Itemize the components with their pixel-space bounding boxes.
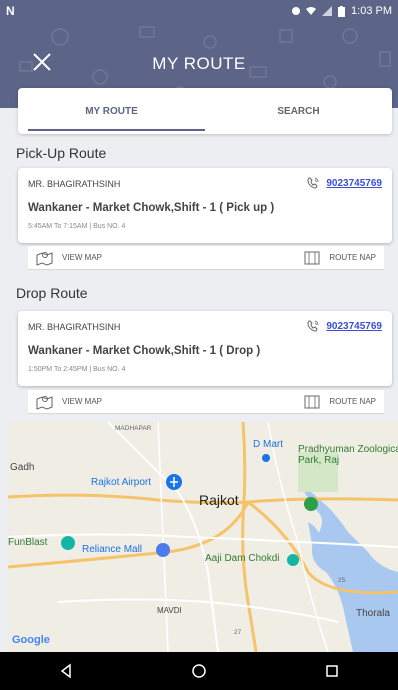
pickup-section-title: Pick-Up Route	[16, 145, 107, 161]
phone-icon	[307, 177, 319, 189]
pickup-view-map-button[interactable]: VIEW MAP	[36, 250, 102, 266]
tab-bar: MY ROUTE SEARCH	[18, 88, 392, 134]
map-label-reliance: Reliance Mall	[82, 544, 143, 555]
map-label-zoo: Pradhyuman Zoological Park, Raj	[298, 444, 398, 466]
route-map-icon	[304, 395, 320, 408]
map-label-thorala: Thorala	[356, 608, 390, 619]
home-icon[interactable]	[191, 663, 207, 679]
drop-actions: VIEW MAP ROUTE NAP	[28, 390, 384, 414]
drop-phone-link[interactable]: 9023745769	[306, 319, 382, 333]
map-label-aaji: Aaji Dam Chokdi	[205, 553, 280, 564]
drop-route-name: Wankaner - Market Chowk,Shift - 1 ( Drop…	[28, 345, 261, 357]
map-label-road-25: 25	[338, 577, 346, 584]
pickup-route-map-button[interactable]: ROUTE NAP	[303, 250, 376, 266]
map-label-madhapar: MADHAPAR	[115, 425, 152, 432]
view-map-label: VIEW MAP	[62, 397, 103, 406]
pickup-actions: VIEW MAP ROUTE NAP	[28, 246, 384, 270]
back-icon[interactable]	[58, 663, 74, 679]
wifi-icon	[306, 7, 317, 15]
map-pin-icon	[36, 395, 53, 410]
map-label-airport: Rajkot Airport	[91, 477, 152, 488]
drop-phone-number[interactable]: 9023745769	[326, 321, 382, 332]
drop-driver-name: MR. BHAGIRATHSINH	[28, 322, 121, 332]
map-pin-icon	[36, 251, 53, 266]
map-label-mavdi: MAVDI	[157, 606, 182, 615]
page-title: MY ROUTE	[152, 54, 246, 73]
map-view[interactable]: MADHAPAR D Mart Pradhyuman Zoological Pa…	[8, 422, 398, 652]
notification-logo: N	[6, 4, 15, 18]
pickup-phone-number[interactable]: 9023745769	[326, 178, 382, 189]
route-map-icon	[304, 251, 320, 264]
drop-route-meta: 1:50PM To 2:45PM | Bus NO. 4	[28, 366, 126, 373]
drop-section-title: Drop Route	[16, 285, 88, 301]
route-map-label: ROUTE NAP	[329, 397, 376, 406]
recents-icon[interactable]	[324, 663, 340, 679]
drop-route-card[interactable]: MR. BHAGIRATHSINH 9023745769 Wankaner - …	[18, 311, 392, 386]
phone-icon	[307, 320, 319, 332]
dmart-marker[interactable]	[262, 454, 270, 462]
aaji-dam-marker[interactable]	[287, 554, 299, 566]
map-label-dmart: D Mart	[253, 439, 283, 450]
signal-icon	[322, 6, 333, 16]
pickup-route-name: Wankaner - Market Chowk,Shift - 1 ( Pick…	[28, 202, 275, 214]
route-map-label: ROUTE NAP	[329, 253, 376, 262]
google-attribution: Google	[12, 634, 50, 646]
drop-view-map-button[interactable]: VIEW MAP	[36, 394, 102, 410]
map-label-funblast: FunBlast	[8, 537, 48, 548]
pickup-driver-name: MR. BHAGIRATHSINH	[28, 179, 121, 189]
status-bar: N 1:03 PM	[0, 0, 398, 22]
dnd-icon	[292, 7, 301, 15]
tab-my-route[interactable]: MY ROUTE	[18, 88, 205, 134]
view-map-label: VIEW MAP	[62, 253, 103, 262]
map-label-gadh: Gadh	[10, 462, 35, 473]
drop-route-map-button[interactable]: ROUTE NAP	[303, 394, 376, 410]
clock: 1:03 PM	[351, 5, 392, 17]
map-label-city: Rajkot	[199, 492, 239, 508]
zoo-marker[interactable]	[304, 497, 318, 511]
pickup-route-meta: 5:45AM To 7:15AM | Bus NO. 4	[28, 223, 126, 230]
airport-marker[interactable]	[166, 474, 182, 490]
map-label-road-27: 27	[234, 629, 242, 636]
tab-search[interactable]: SEARCH	[205, 88, 392, 134]
reliance-mall-marker[interactable]	[156, 543, 170, 557]
app-root: N 1:03 PM MY ROUTE MY ROUTE SEARCH Pick-…	[0, 0, 398, 690]
pickup-route-card[interactable]: MR. BHAGIRATHSINH 9023745769 Wankaner - …	[18, 168, 392, 243]
battery-icon	[338, 5, 346, 17]
android-nav-bar	[0, 652, 398, 690]
funblast-marker[interactable]	[61, 536, 75, 550]
pickup-phone-link[interactable]: 9023745769	[306, 176, 382, 190]
